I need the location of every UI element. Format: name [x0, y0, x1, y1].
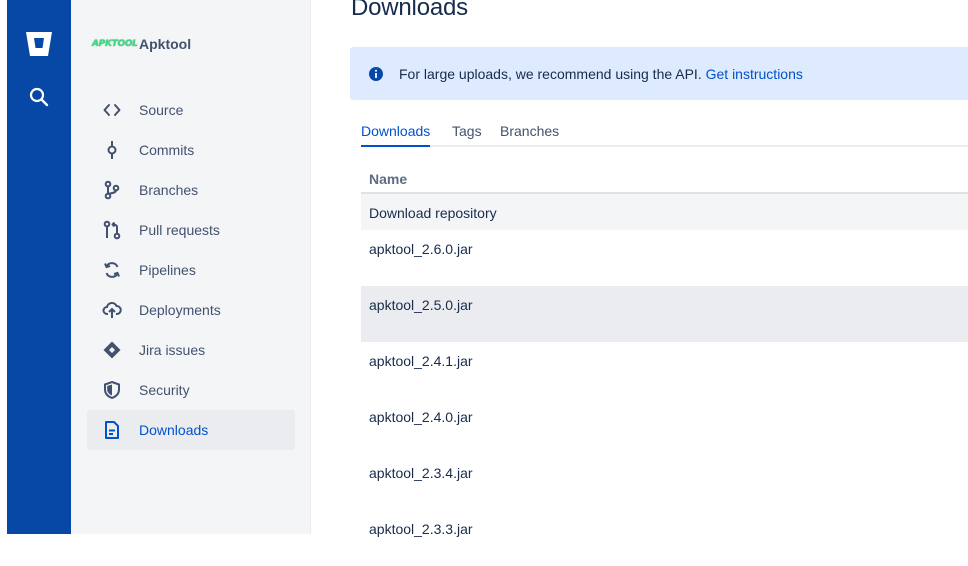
- branch-icon: [101, 179, 123, 201]
- table-row[interactable]: apktool_2.3.4.jar: [361, 454, 968, 510]
- shield-icon: [101, 379, 123, 401]
- table-row[interactable]: apktool_2.5.0.jar: [361, 286, 968, 342]
- banner-text: For large uploads, we recommend using th…: [399, 66, 702, 82]
- downloads-icon: [101, 419, 123, 441]
- pipelines-icon: [101, 259, 123, 281]
- sidebar-item-commits[interactable]: Commits: [87, 130, 295, 170]
- page-title: Downloads: [351, 0, 468, 21]
- tab-branches[interactable]: Branches: [500, 123, 559, 145]
- jira-icon: [101, 339, 123, 361]
- sidebar: APKTOOL Apktool Source Commits Branches: [71, 0, 311, 534]
- table-row[interactable]: apktool_2.4.1.jar: [361, 342, 968, 398]
- sidebar-item-downloads[interactable]: Downloads: [87, 410, 295, 450]
- sidebar-item-security[interactable]: Security: [87, 370, 295, 410]
- sidebar-item-label: Downloads: [139, 422, 209, 438]
- table-row[interactable]: apktool_2.6.0.jar: [361, 230, 968, 286]
- downloads-table: Name Download repository apktool_2.6.0.j…: [361, 163, 968, 566]
- sidebar-item-pipelines[interactable]: Pipelines: [87, 250, 295, 290]
- deployments-icon: [101, 299, 123, 321]
- table-row[interactable]: apktool_2.4.0.jar: [361, 398, 968, 454]
- sidebar-item-label: Jira issues: [139, 342, 206, 358]
- window-edge: [0, 0, 7, 534]
- sidebar-item-source[interactable]: Source: [87, 90, 295, 130]
- commit-icon: [101, 139, 123, 161]
- sidebar-item-jira-issues[interactable]: Jira issues: [87, 330, 295, 370]
- sidebar-item-deployments[interactable]: Deployments: [87, 290, 295, 330]
- sidebar-item-pull-requests[interactable]: Pull requests: [87, 210, 295, 250]
- sidebar-item-label: Deployments: [139, 302, 221, 318]
- tab-downloads[interactable]: Downloads: [361, 123, 431, 147]
- sidebar-item-branches[interactable]: Branches: [87, 170, 295, 210]
- column-header-name[interactable]: Name: [361, 163, 968, 194]
- bitbucket-logo-icon[interactable]: [24, 29, 54, 59]
- repo-name[interactable]: Apktool: [139, 36, 191, 52]
- sidebar-item-label: Source: [139, 102, 184, 118]
- tab-tags[interactable]: Tags: [452, 123, 482, 145]
- download-repository-row[interactable]: Download repository: [361, 194, 968, 230]
- get-instructions-link[interactable]: Get instructions: [706, 66, 803, 82]
- repo-header[interactable]: APKTOOL Apktool: [92, 34, 191, 54]
- sidebar-item-label: Pipelines: [139, 262, 196, 278]
- sidebar-item-label: Pull requests: [139, 222, 220, 238]
- sidebar-item-label: Commits: [139, 142, 195, 158]
- global-nav: [7, 0, 71, 534]
- code-icon: [101, 99, 123, 121]
- downloads-tabs: Downloads Tags Branches: [361, 120, 968, 147]
- sidebar-nav: Source Commits Branches Pull requests Pi…: [87, 90, 295, 450]
- sidebar-item-label: Branches: [139, 182, 199, 198]
- table-row[interactable]: apktool_2.3.3.jar: [361, 510, 968, 566]
- info-banner: For large uploads, we recommend using th…: [350, 47, 968, 100]
- sidebar-item-label: Security: [139, 382, 190, 398]
- search-icon[interactable]: [28, 86, 50, 108]
- repo-logo: APKTOOL: [92, 39, 138, 49]
- pull-request-icon: [101, 219, 123, 241]
- info-icon: [368, 66, 384, 82]
- banner-message: For large uploads, we recommend using th…: [399, 66, 803, 82]
